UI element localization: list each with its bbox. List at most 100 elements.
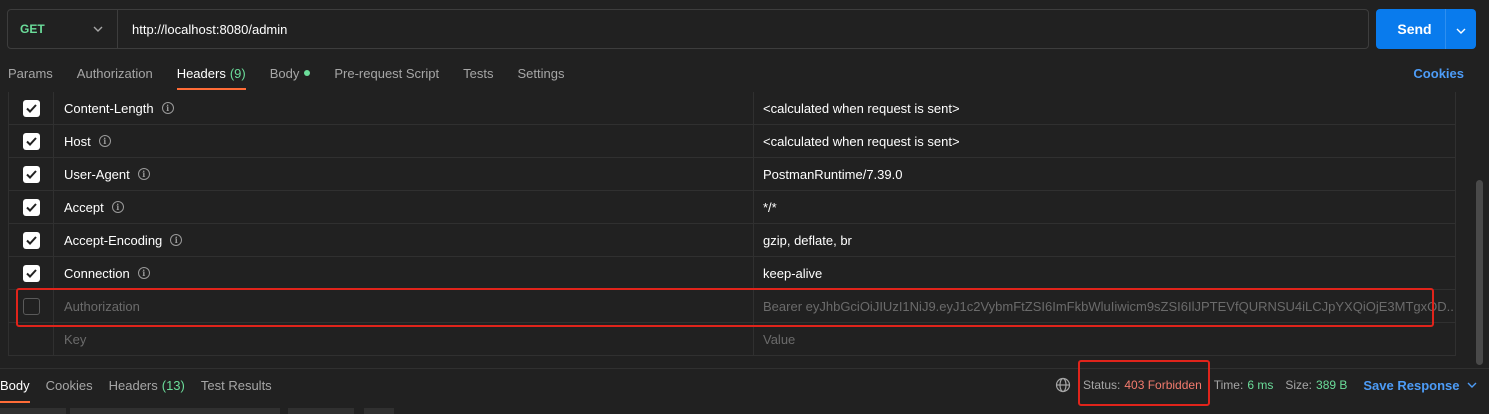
response-tab-cookies[interactable]: Cookies <box>46 369 93 403</box>
header-key-text: Connection <box>64 265 130 281</box>
header-value[interactable]: <calculated when request is sent> <box>754 92 1455 124</box>
tab-label: Test Results <box>200 378 272 393</box>
table-row: Host i <calculated when request is sent> <box>9 125 1455 158</box>
row-checkbox[interactable] <box>22 231 40 249</box>
send-button[interactable]: Send <box>1376 9 1445 49</box>
row-checkbox[interactable] <box>22 132 40 150</box>
header-key[interactable]: Content-Length i <box>54 92 754 124</box>
url-bar: GET <box>7 9 1369 49</box>
status-readout[interactable]: Status: 403 Forbidden <box>1083 378 1202 392</box>
response-tab-body[interactable]: Body <box>0 369 30 403</box>
size-label: Size: <box>1285 378 1313 392</box>
response-toolbar-edge <box>0 408 398 414</box>
info-icon[interactable]: i <box>137 168 150 180</box>
header-value[interactable]: keep-alive <box>754 257 1455 289</box>
header-key-text: Accept <box>64 199 104 215</box>
request-tabs: Params Authorization Headers (9) Body Pre… <box>0 56 1489 90</box>
header-key[interactable]: Authorization <box>54 290 754 322</box>
header-key[interactable]: Host i <box>54 125 754 157</box>
check-icon <box>25 235 37 245</box>
tab-label: Pre-request Script <box>334 65 440 81</box>
table-row-authorization: Authorization Bearer eyJhbGciOiJIUzI1NiJ… <box>9 290 1455 323</box>
size-readout[interactable]: Size: 389 B <box>1285 378 1347 392</box>
header-key[interactable]: User-Agent i <box>54 158 754 190</box>
check-icon <box>25 169 37 179</box>
row-checkbox-cell <box>9 158 54 190</box>
cookies-link[interactable]: Cookies <box>1413 66 1464 81</box>
header-value[interactable]: PostmanRuntime/7.39.0 <box>754 158 1455 190</box>
size-value: 389 B <box>1316 378 1348 392</box>
tab-settings[interactable]: Settings <box>517 56 564 90</box>
tab-label: Settings <box>517 65 565 81</box>
response-meta: Status: 403 Forbidden Time: 6 ms Size: 3… <box>1055 368 1477 402</box>
save-response-button[interactable]: Save Response <box>1363 378 1477 393</box>
header-key[interactable]: Accept-Encoding i <box>54 224 754 256</box>
toolbar-segment <box>70 408 280 414</box>
table-row: Content-Length i <calculated when request… <box>9 92 1455 125</box>
scrollbar-thumb[interactable] <box>1476 180 1483 365</box>
header-key-text: Host <box>64 133 91 149</box>
row-checkbox[interactable] <box>22 165 40 183</box>
header-value[interactable]: <calculated when request is sent> <box>754 125 1455 157</box>
header-key-text: Content-Length <box>64 100 154 116</box>
info-icon[interactable]: i <box>161 102 174 114</box>
table-row: Connection i keep-alive <box>9 257 1455 290</box>
method-label: GET <box>20 22 45 36</box>
tab-tests[interactable]: Tests <box>463 56 493 90</box>
tab-label: Body <box>269 65 300 81</box>
header-key-text: Authorization <box>64 298 140 314</box>
check-icon <box>25 136 37 146</box>
toolbar-segment <box>364 408 394 414</box>
tab-headers[interactable]: Headers (9) <box>176 56 246 90</box>
info-icon[interactable]: i <box>137 267 150 279</box>
check-icon <box>25 268 37 278</box>
row-checkbox-cell <box>9 224 54 256</box>
send-button-group: Send <box>1376 9 1476 49</box>
row-checkbox[interactable] <box>22 297 40 315</box>
row-checkbox-cell <box>9 92 54 124</box>
table-row: User-Agent i PostmanRuntime/7.39.0 <box>9 158 1455 191</box>
info-icon[interactable]: i <box>170 234 183 246</box>
tab-label: Headers <box>176 65 226 81</box>
tab-label: Cookies <box>45 378 93 393</box>
info-icon[interactable]: i <box>111 201 124 213</box>
header-key[interactable]: Accept i <box>54 191 754 223</box>
time-readout[interactable]: Time: 6 ms <box>1214 378 1274 392</box>
new-key-input[interactable]: Key <box>54 323 754 356</box>
header-value[interactable]: gzip, deflate, br <box>754 224 1455 256</box>
save-response-label: Save Response <box>1363 377 1460 393</box>
status-value: 403 Forbidden <box>1124 378 1202 392</box>
row-checkbox-cell <box>9 290 54 322</box>
info-icon[interactable]: i <box>98 135 111 147</box>
row-checkbox[interactable] <box>22 198 40 216</box>
method-selector[interactable]: GET <box>8 10 118 48</box>
new-value-input[interactable]: Value <box>754 323 1455 356</box>
tab-label: Headers <box>108 378 158 393</box>
send-options-button[interactable] <box>1446 9 1476 49</box>
tab-pre-request-script[interactable]: Pre-request Script <box>334 56 439 90</box>
postman-window: GET Send Params Authorization Headers(9)… <box>0 0 1489 414</box>
header-value[interactable]: Bearer eyJhbGciOiJIUzI1NiJ9.eyJ1c2VybmFt… <box>754 290 1455 322</box>
header-key-text: User-Agent <box>64 166 130 182</box>
row-checkbox-cell <box>9 323 54 356</box>
url-input[interactable] <box>118 10 1368 48</box>
tab-label: Body <box>0 378 30 393</box>
headers-count: (9) <box>229 65 246 81</box>
tab-params[interactable]: Params <box>8 56 53 90</box>
header-key-text: Accept-Encoding <box>64 232 163 248</box>
table-row: Accept i */* <box>9 191 1455 224</box>
globe-icon[interactable] <box>1055 377 1071 393</box>
header-value[interactable]: */* <box>754 191 1455 223</box>
response-tab-headers[interactable]: Headers (13) <box>109 369 185 403</box>
tab-body[interactable]: Body <box>270 56 311 90</box>
row-checkbox[interactable] <box>22 264 40 282</box>
header-key[interactable]: Connection i <box>54 257 754 289</box>
tab-label: Tests <box>463 65 494 81</box>
tab-authorization[interactable]: Authorization <box>77 56 153 90</box>
response-tab-test-results[interactable]: Test Results <box>201 369 272 403</box>
time-label: Time: <box>1213 378 1244 392</box>
row-checkbox-cell <box>9 257 54 289</box>
row-checkbox[interactable] <box>22 99 40 117</box>
body-indicator-dot <box>304 70 311 76</box>
chevron-down-icon <box>1467 380 1477 390</box>
